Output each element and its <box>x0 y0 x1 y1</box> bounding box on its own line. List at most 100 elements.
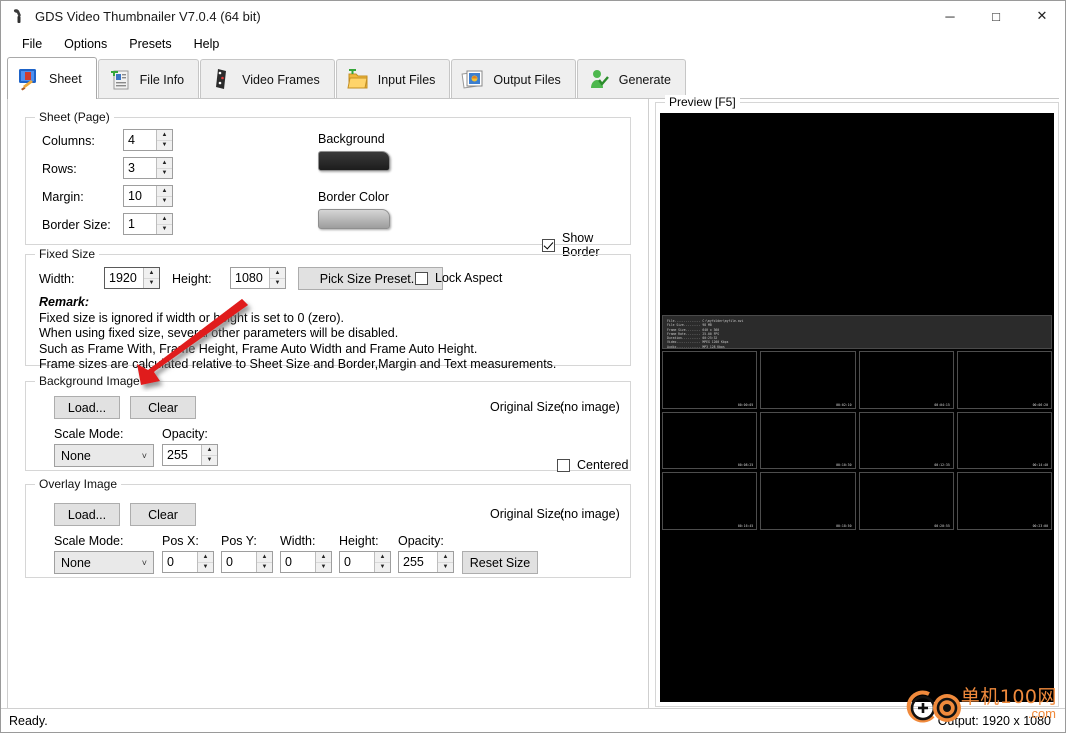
columns-stepper-arrows[interactable]: ▲ ▼ <box>156 130 172 150</box>
background-load-button[interactable]: Load... <box>54 396 120 419</box>
tab-output-files[interactable]: Output Files <box>451 59 576 99</box>
overlay-pos-x-stepper[interactable]: 0 ▲ ▼ <box>162 551 214 573</box>
border-size-stepper[interactable]: 1 ▲ ▼ <box>123 213 173 235</box>
rows-stepper[interactable]: 3 ▲ ▼ <box>123 157 173 179</box>
sheet-panel: Sheet (Page) Columns: 4 ▲ ▼ Rows: 3 ▲ ▼ Ma… <box>7 99 649 710</box>
background-opacity-label: Opacity: <box>162 427 208 441</box>
overlay-image-legend: Overlay Image <box>35 477 122 491</box>
generate-icon <box>586 67 612 93</box>
fixed-width-value[interactable]: 1920 <box>105 268 143 288</box>
overlay-load-button[interactable]: Load... <box>54 503 120 526</box>
tab-sheet[interactable]: Sheet <box>7 57 97 99</box>
overlay-pos-y-value[interactable]: 0 <box>222 552 256 572</box>
overlay-width-label: Width: <box>280 534 316 548</box>
fixed-height-stepper[interactable]: 1080 ▲ ▼ <box>230 267 286 289</box>
lock-aspect-checkbox-box[interactable] <box>415 271 428 285</box>
background-color-label: Background <box>318 132 385 146</box>
tab-output-files-label: Output Files <box>493 72 561 87</box>
overlay-opacity-stepper-arrows[interactable]: ▲ ▼ <box>437 552 453 572</box>
rows-value[interactable]: 3 <box>124 158 156 178</box>
overlay-width-value[interactable]: 0 <box>281 552 315 572</box>
background-original-size-value: (no image) <box>560 400 620 414</box>
preview-canvas[interactable]: File.............. C:\myfolder\myfile.av… <box>660 113 1054 702</box>
file-info-icon <box>107 67 133 93</box>
overlay-clear-button[interactable]: Clear <box>130 503 196 526</box>
thumbnail-cell: 00:04:15 <box>858 351 954 409</box>
tab-input-files[interactable]: Input Files <box>335 59 451 99</box>
tab-sheet-label: Sheet <box>49 71 82 86</box>
minimize-button[interactable]: ─ <box>927 1 973 31</box>
show-border-checkbox-box[interactable] <box>542 238 555 252</box>
columns-value[interactable]: 4 <box>124 130 156 150</box>
title-bar: GDS Video Thumbnailer V7.0.4 (64 bit) ─ … <box>1 1 1065 31</box>
columns-stepper[interactable]: 4 ▲ ▼ <box>123 129 173 151</box>
sheet-page-group: Sheet (Page) Columns: 4 ▲ ▼ Rows: 3 ▲ ▼ Ma… <box>25 110 631 259</box>
preview-group: Preview [F5] File.............. C:\myfol… <box>655 95 1059 707</box>
menu-item-presets[interactable]: Presets <box>118 34 182 54</box>
menu-item-file[interactable]: File <box>11 34 53 54</box>
output-size-status: Output: 1920 x 1080 <box>938 714 1051 728</box>
fixed-size-legend: Fixed Size <box>35 247 100 261</box>
overlay-pos-y-stepper[interactable]: 0 ▲ ▼ <box>221 551 273 573</box>
overlay-height-value[interactable]: 0 <box>340 552 374 572</box>
thumbnail-timestamp: 00:08:25 <box>737 463 754 468</box>
background-image-legend: Background Image <box>35 374 144 388</box>
fixed-height-value[interactable]: 1080 <box>231 268 269 288</box>
fixed-width-label: Width: <box>39 272 75 286</box>
background-clear-button[interactable]: Clear <box>130 396 196 419</box>
overlay-reset-size-button[interactable]: Reset Size <box>462 551 538 574</box>
overlay-opacity-value[interactable]: 255 <box>399 552 437 572</box>
centered-checkbox[interactable]: Centered <box>557 458 628 472</box>
fixed-width-stepper-arrows[interactable]: ▲ ▼ <box>143 268 159 288</box>
border-color-swatch[interactable] <box>318 209 390 229</box>
margin-value[interactable]: 10 <box>124 186 156 206</box>
border-size-stepper-arrows[interactable]: ▲ ▼ <box>156 214 172 234</box>
maximize-button[interactable]: □ <box>973 1 1019 31</box>
thumbnail-timestamp: 00:23:00 <box>1032 524 1048 528</box>
remark-line-1: Fixed size is ignored if width or height… <box>39 310 344 325</box>
overlay-pos-x-stepper-arrows[interactable]: ▲ ▼ <box>197 552 213 572</box>
background-opacity-stepper[interactable]: 255 ▲ ▼ <box>162 444 218 466</box>
menu-item-options[interactable]: Options <box>53 34 118 54</box>
overlay-opacity-stepper[interactable]: 255 ▲ ▼ <box>398 551 454 573</box>
overlay-scale-mode-select[interactable]: None ˅ <box>54 551 154 574</box>
tab-strip: Sheet File Info Video Frames Input Files… <box>7 57 1059 99</box>
tab-video-frames[interactable]: Video Frames <box>200 59 335 99</box>
overlay-pos-x-value[interactable]: 0 <box>163 552 197 572</box>
overlay-height-stepper-arrows[interactable]: ▲ ▼ <box>374 552 390 572</box>
status-bar: Ready. Output: 1920 x 1080 <box>1 708 1065 732</box>
thumbnail-cell: 00:10:30 <box>760 411 856 470</box>
thumbnail-timestamp: 00:12:35 <box>934 463 950 468</box>
remark-line-3: Such as Frame With, Frame Height, Frame … <box>39 341 478 356</box>
background-scale-mode-select[interactable]: None ˅ <box>54 444 154 467</box>
background-opacity-stepper-arrows[interactable]: ▲ ▼ <box>201 445 217 465</box>
fixed-height-label: Height: <box>172 272 212 286</box>
thumbnail-timestamp: 00:20:55 <box>934 524 950 528</box>
background-color-swatch[interactable] <box>318 151 390 171</box>
lock-aspect-checkbox[interactable]: Lock Aspect <box>415 271 502 285</box>
preview-info-block: File.............. C:\myfolder\myfile.av… <box>662 315 1052 349</box>
thumbnail-cell: 00:12:35 <box>858 411 954 470</box>
overlay-pos-y-stepper-arrows[interactable]: ▲ ▼ <box>256 552 272 572</box>
menu-item-help[interactable]: Help <box>183 34 231 54</box>
border-size-value[interactable]: 1 <box>124 214 156 234</box>
margin-stepper[interactable]: 10 ▲ ▼ <box>123 185 173 207</box>
background-scale-mode-label: Scale Mode: <box>54 427 124 441</box>
overlay-scale-mode-value: None <box>61 555 91 570</box>
fixed-height-stepper-arrows[interactable]: ▲ ▼ <box>269 268 285 288</box>
margin-stepper-arrows[interactable]: ▲ ▼ <box>156 186 172 206</box>
tab-file-info[interactable]: File Info <box>97 59 200 99</box>
centered-checkbox-box[interactable] <box>557 458 570 472</box>
overlay-height-stepper[interactable]: 0 ▲ ▼ <box>339 551 391 573</box>
overlay-width-stepper[interactable]: 0 ▲ ▼ <box>280 551 332 573</box>
background-opacity-value[interactable]: 255 <box>163 445 201 465</box>
fixed-width-stepper[interactable]: 1920 ▲ ▼ <box>104 267 160 289</box>
tab-generate[interactable]: Generate <box>576 59 686 99</box>
close-button[interactable]: ✕ <box>1019 1 1065 31</box>
thumbnail-cell: 00:16:45 <box>662 472 758 530</box>
remark-line-4: Frame sizes are calculated relative to S… <box>39 357 557 371</box>
background-image-group: Background Image Load... Clear Original … <box>25 374 631 472</box>
rows-stepper-arrows[interactable]: ▲ ▼ <box>156 158 172 178</box>
tab-video-frames-label: Video Frames <box>242 72 320 87</box>
overlay-width-stepper-arrows[interactable]: ▲ ▼ <box>315 552 331 572</box>
